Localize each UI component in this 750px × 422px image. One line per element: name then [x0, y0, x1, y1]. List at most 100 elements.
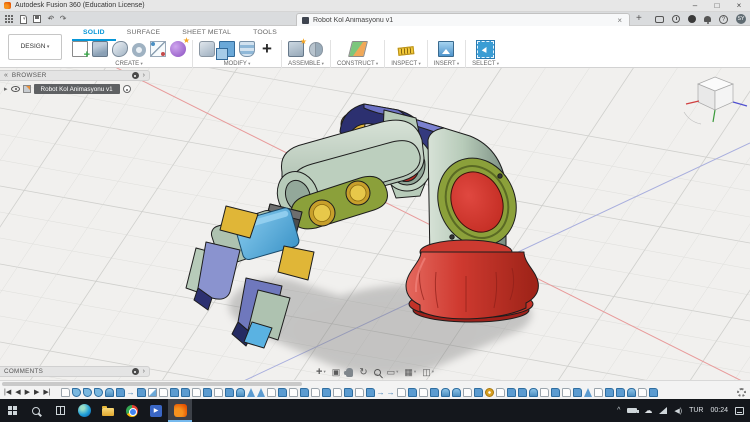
- timeline-settings-gear-icon[interactable]: [737, 388, 746, 397]
- hand-icon[interactable]: [344, 367, 354, 377]
- movies-tv-icon[interactable]: [144, 399, 168, 422]
- save-icon[interactable]: [32, 15, 41, 23]
- cylinder-feature-icon[interactable]: [626, 388, 636, 397]
- press-pull-icon[interactable]: [199, 41, 215, 57]
- extrude-feature-icon[interactable]: [136, 388, 146, 397]
- extrude-feature-icon[interactable]: [365, 388, 375, 397]
- sketch-feature-icon[interactable]: [396, 388, 406, 397]
- create-sketch-icon[interactable]: [72, 41, 90, 61]
- ribbon-group-label[interactable]: SELECT: [472, 61, 499, 67]
- volume-icon[interactable]: ◀): [674, 407, 682, 415]
- shell-icon[interactable]: [239, 41, 255, 57]
- battery-icon[interactable]: [627, 407, 639, 414]
- joint-icon[interactable]: [308, 41, 324, 57]
- triangle-feature-icon[interactable]: [246, 388, 255, 397]
- extrude-feature-icon[interactable]: [407, 388, 417, 397]
- extrude-feature-icon[interactable]: [604, 388, 614, 397]
- sketch-feature-icon[interactable]: [332, 388, 342, 397]
- go-to-start-button[interactable]: |◀: [4, 387, 11, 398]
- avatar[interactable]: SY: [736, 14, 746, 24]
- extrude-feature-icon[interactable]: [202, 388, 212, 397]
- expand-node-icon[interactable]: ▸: [4, 85, 8, 93]
- extrude-feature-icon[interactable]: [550, 388, 560, 397]
- form-icon[interactable]: [170, 36, 190, 57]
- clock[interactable]: 00:24: [710, 407, 728, 414]
- fusion360-taskbar-icon[interactable]: [168, 399, 192, 422]
- tab-close-icon[interactable]: ×: [615, 16, 624, 25]
- ribbon-group-label[interactable]: ASSEMBLE: [288, 61, 324, 67]
- cylinder-feature-icon[interactable]: [235, 388, 245, 397]
- cylinder-feature-icon[interactable]: [451, 388, 461, 397]
- cylinder-feature-icon[interactable]: [440, 388, 450, 397]
- pipe-icon[interactable]: [150, 41, 166, 57]
- go-to-end-button[interactable]: ▶|: [43, 387, 50, 398]
- notifications-bell-icon[interactable]: [704, 16, 711, 24]
- sketch-feature-icon[interactable]: [213, 388, 223, 397]
- revolve-feature-icon[interactable]: [71, 388, 81, 397]
- extrude-feature-icon[interactable]: [506, 388, 516, 397]
- cylinder-feature-icon[interactable]: [528, 388, 538, 397]
- grid-icon[interactable]: ▦▾: [404, 367, 416, 377]
- ribbon-group-label[interactable]: MODIFY: [224, 61, 251, 67]
- sketch-feature-icon[interactable]: [539, 388, 549, 397]
- sketch-feature-icon[interactable]: [191, 388, 201, 397]
- sketch-feature-icon[interactable]: [561, 388, 571, 397]
- sweep-feature-icon[interactable]: [147, 388, 157, 397]
- workspace-selector[interactable]: DESIGN: [8, 34, 62, 60]
- zoom-icon[interactable]: ▾: [373, 369, 381, 377]
- extrude-feature-icon[interactable]: [473, 388, 483, 397]
- help-icon[interactable]: ?: [719, 14, 728, 24]
- language-indicator[interactable]: TUR: [689, 407, 703, 414]
- triangle-feature-icon[interactable]: [583, 388, 592, 397]
- timeline-scrollbar[interactable]: [2, 382, 302, 386]
- sketch-feature-icon[interactable]: [418, 388, 428, 397]
- ribbon-group-label[interactable]: INSERT: [434, 61, 459, 67]
- orbit-icon[interactable]: ↻: [359, 367, 367, 378]
- job-status-icon[interactable]: [672, 15, 680, 23]
- comments-header[interactable]: COMMENTS ›: [0, 366, 150, 377]
- new-component-icon[interactable]: [288, 37, 307, 57]
- start-button[interactable]: [0, 399, 24, 422]
- measure-icon[interactable]: [397, 46, 415, 56]
- onedrive-cloud-icon[interactable]: ☁: [644, 406, 652, 415]
- revolve-icon[interactable]: [132, 42, 146, 57]
- browser-header[interactable]: « BROWSER ›: [0, 70, 150, 81]
- box-icon[interactable]: [92, 41, 108, 57]
- action-center-icon[interactable]: [735, 406, 744, 415]
- extrude-feature-icon[interactable]: [343, 388, 353, 397]
- ribbon-group-label[interactable]: INSPECT: [391, 61, 421, 67]
- extrude-feature-icon[interactable]: [224, 388, 234, 397]
- step-forward-button[interactable]: ▶: [34, 387, 39, 398]
- extrude-feature-icon[interactable]: [277, 388, 287, 397]
- sketch-feature-icon[interactable]: [60, 388, 70, 397]
- collapse-panel-icon[interactable]: «: [4, 71, 8, 81]
- edge-icon[interactable]: [72, 399, 96, 422]
- extrude-feature-icon[interactable]: [572, 388, 582, 397]
- extrude-feature-icon[interactable]: [517, 388, 527, 397]
- canvas-icon[interactable]: [438, 41, 455, 57]
- arrow-feature-icon[interactable]: [387, 388, 395, 397]
- extrude-feature-icon[interactable]: [180, 388, 190, 397]
- viewcube[interactable]: [683, 76, 748, 125]
- sketch-feature-icon[interactable]: [288, 388, 298, 397]
- network-icon[interactable]: [659, 407, 668, 414]
- file-explorer-icon[interactable]: [96, 399, 120, 422]
- sketch-feature-icon[interactable]: [354, 388, 364, 397]
- task-view-icon[interactable]: [48, 399, 72, 422]
- viewport-canvas[interactable]: « BROWSER › ▸ Robot Kol Animasyonu v1 CO…: [0, 68, 750, 380]
- extrude-feature-icon[interactable]: [648, 388, 658, 397]
- robot-base[interactable]: [405, 239, 539, 323]
- move-icon[interactable]: [259, 41, 275, 57]
- step-back-button[interactable]: ◀: [15, 387, 20, 398]
- gear-feature-icon[interactable]: [484, 388, 494, 397]
- sketch-feature-icon[interactable]: [310, 388, 320, 397]
- sketch-feature-icon[interactable]: [462, 388, 472, 397]
- sketch-feature-icon[interactable]: [266, 388, 276, 397]
- browser-root-item[interactable]: ▸ Robot Kol Animasyonu v1: [4, 84, 150, 94]
- extrude-feature-icon[interactable]: [429, 388, 439, 397]
- chrome-icon[interactable]: [120, 399, 144, 422]
- extrude-feature-icon[interactable]: [115, 388, 125, 397]
- extrude-feature-icon[interactable]: [615, 388, 625, 397]
- visibility-eye-icon[interactable]: [10, 86, 20, 92]
- data-panel-icon[interactable]: [5, 15, 13, 23]
